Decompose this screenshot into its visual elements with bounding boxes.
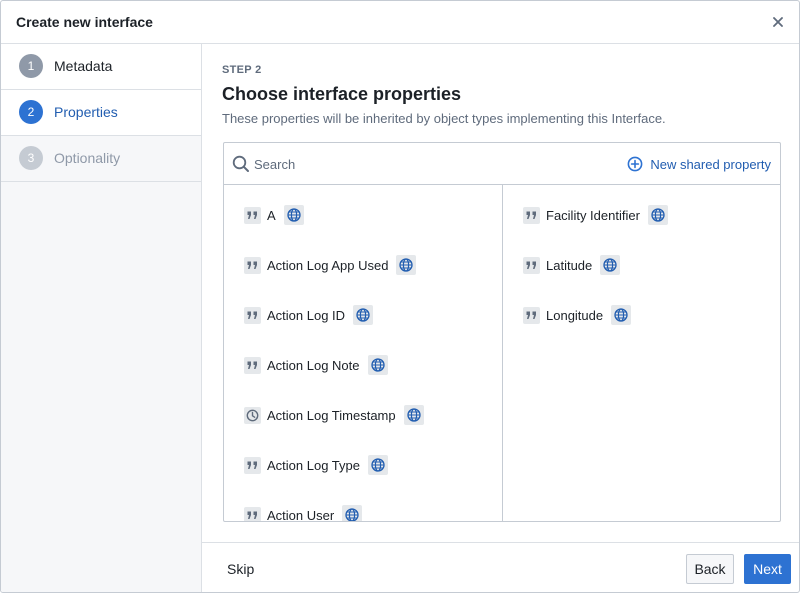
globe-icon <box>353 305 374 325</box>
globe-icon <box>396 255 417 275</box>
property-item[interactable]: Action Log Note <box>244 354 388 376</box>
search-bar: New shared property <box>224 143 780 185</box>
property-item[interactable]: Action Log Type <box>244 454 388 476</box>
property-name: Action User <box>267 507 335 522</box>
property-name: Action Log Type <box>267 457 360 473</box>
property-name: Latitude <box>546 257 593 273</box>
dialog-title: Create new interface <box>16 14 153 30</box>
close-icon <box>773 17 783 27</box>
globe-icon <box>611 305 632 325</box>
property-item[interactable]: A <box>244 204 304 226</box>
quote-icon <box>244 456 261 474</box>
wizard-steps-sidebar: 1 Metadata 2 Properties 3 Optionality <box>1 44 202 592</box>
property-list-left: A Action Log App Used Action Log ID Acti… <box>224 185 503 521</box>
globe-icon <box>647 205 668 225</box>
back-button[interactable]: Back <box>686 554 734 584</box>
property-item[interactable]: Latitude <box>523 254 621 276</box>
quote-icon <box>244 256 261 274</box>
step-caption: STEP 2 <box>222 64 262 76</box>
clock-icon <box>244 406 261 424</box>
property-name: Longitude <box>546 307 604 323</box>
globe-icon <box>600 255 621 275</box>
property-name: A <box>267 207 276 223</box>
next-button[interactable]: Next <box>744 554 791 584</box>
plus-circle-icon <box>627 156 643 172</box>
new-shared-property-label: New shared property <box>650 156 771 172</box>
create-interface-dialog: Create new interface 1 Metadata 2 Proper… <box>0 0 800 593</box>
dialog-header: Create new interface <box>1 1 799 44</box>
property-picker-panel: New shared property A Action Log App Use… <box>223 142 781 522</box>
dialog-footer: Skip Back Next <box>202 542 799 592</box>
property-item[interactable]: Action Log ID <box>244 304 374 326</box>
property-name: Action Log Note <box>267 357 360 373</box>
main-content: STEP 2 Choose interface properties These… <box>202 44 799 542</box>
property-item[interactable]: Action Log Timestamp <box>244 404 424 426</box>
new-shared-property-button[interactable]: New shared property <box>627 155 771 173</box>
property-item[interactable]: Action User <box>244 504 363 522</box>
quote-icon <box>244 306 261 324</box>
property-name: Action Log ID <box>267 307 346 323</box>
quote-icon <box>244 206 261 224</box>
step-optionality[interactable]: 3 Optionality <box>1 136 201 182</box>
step-metadata[interactable]: 1 Metadata <box>1 44 201 90</box>
globe-icon <box>368 455 388 475</box>
globe-icon <box>342 505 363 521</box>
skip-button[interactable]: Skip <box>227 561 254 577</box>
step-label: Properties <box>54 104 118 120</box>
property-name: Facility Identifier <box>546 207 640 223</box>
step-label: Optionality <box>54 150 121 166</box>
quote-icon <box>244 356 261 374</box>
step-number-badge: 3 <box>19 146 43 170</box>
page-title: Choose interface properties <box>222 84 462 104</box>
property-name: Action Log App Used <box>267 257 389 273</box>
property-list-right: Facility Identifier Latitude Longitude <box>503 185 780 521</box>
search-input[interactable] <box>254 153 554 175</box>
step-properties[interactable]: 2 Properties <box>1 90 201 136</box>
step-number-badge: 1 <box>19 54 43 78</box>
globe-icon <box>403 405 424 425</box>
property-item[interactable]: Facility Identifier <box>523 204 668 226</box>
quote-icon <box>523 206 540 224</box>
property-item[interactable]: Longitude <box>523 304 632 326</box>
quote-icon <box>523 306 540 324</box>
globe-icon <box>367 355 388 375</box>
property-item[interactable]: Action Log App Used <box>244 254 417 276</box>
step-number-badge: 2 <box>19 100 43 124</box>
page-subtitle: These properties will be inherited by ob… <box>222 111 666 126</box>
globe-icon <box>283 205 304 225</box>
close-button[interactable] <box>769 13 787 31</box>
search-icon <box>232 155 249 172</box>
property-name: Action Log Timestamp <box>267 407 396 423</box>
step-label: Metadata <box>54 58 113 74</box>
quote-icon <box>244 506 261 521</box>
quote-icon <box>523 256 540 274</box>
